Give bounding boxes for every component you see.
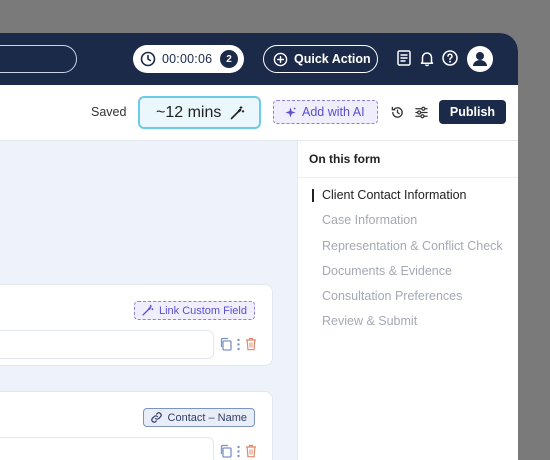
trash-icon[interactable] bbox=[245, 444, 257, 458]
add-with-ai-button[interactable]: Add with AI bbox=[273, 100, 378, 124]
form-field-card[interactable]: Contact – Name bbox=[0, 391, 273, 460]
timer-value: 00:00:06 bbox=[162, 52, 213, 66]
link-custom-field-button[interactable]: Link Custom Field bbox=[133, 301, 255, 320]
contact-name-label: Contact – Name bbox=[167, 411, 247, 424]
trash-icon[interactable] bbox=[245, 337, 257, 351]
more-icon[interactable] bbox=[237, 338, 240, 351]
form-toolbar: Saved ~12 mins Add with AI Publish bbox=[0, 85, 518, 141]
publish-button[interactable]: Publish bbox=[439, 100, 506, 124]
notes-icon[interactable] bbox=[395, 49, 413, 67]
link-custom-field-label: Link Custom Field bbox=[158, 304, 247, 317]
divider bbox=[298, 177, 518, 178]
outline-item-client-contact[interactable]: Client Contact Information bbox=[312, 188, 503, 213]
sparkle-icon bbox=[285, 106, 297, 118]
contact-name-mapping[interactable]: Contact – Name bbox=[142, 408, 255, 427]
outline-item-representation[interactable]: Representation & Conflict Check bbox=[312, 239, 503, 264]
quick-action-button[interactable]: Quick Action bbox=[263, 45, 378, 73]
user-icon bbox=[473, 52, 487, 66]
field-actions bbox=[219, 337, 257, 351]
copy-icon[interactable] bbox=[219, 444, 232, 458]
outline-list: Client Contact Information Case Informat… bbox=[312, 188, 503, 340]
bell-icon[interactable] bbox=[418, 49, 436, 67]
time-estimate-value: ~12 mins bbox=[156, 103, 222, 121]
outline-item-documents[interactable]: Documents & Evidence bbox=[312, 264, 503, 289]
save-status: Saved bbox=[91, 105, 127, 119]
link-icon bbox=[150, 412, 162, 423]
search-input[interactable] bbox=[0, 45, 77, 73]
more-icon[interactable] bbox=[237, 445, 240, 458]
field-input[interactable] bbox=[0, 437, 214, 460]
avatar[interactable] bbox=[467, 46, 493, 72]
top-nav-bar: 00:00:06 2 Quick Action bbox=[0, 33, 518, 85]
sliders-icon[interactable] bbox=[414, 105, 429, 120]
time-estimate-badge[interactable]: ~12 mins bbox=[138, 96, 261, 129]
timer-count-badge: 2 bbox=[220, 50, 238, 68]
field-actions bbox=[219, 444, 257, 458]
outline-title: On this form bbox=[309, 152, 381, 166]
form-field-card[interactable]: Link Custom Field bbox=[0, 284, 273, 366]
app-window: 00:00:06 2 Quick Action Saved ~12 mins A… bbox=[0, 33, 518, 460]
add-with-ai-label: Add with AI bbox=[302, 105, 365, 119]
form-outline-panel: On this form Client Contact Information … bbox=[297, 141, 518, 460]
magic-wand-icon bbox=[142, 304, 154, 316]
field-input[interactable] bbox=[0, 330, 214, 359]
outline-item-review[interactable]: Review & Submit bbox=[312, 314, 503, 339]
form-canvas: Link Custom Field Contact – Name bbox=[0, 141, 297, 460]
outline-item-consultation[interactable]: Consultation Preferences bbox=[312, 289, 503, 314]
history-icon[interactable] bbox=[390, 105, 405, 120]
copy-icon[interactable] bbox=[219, 337, 232, 351]
clock-icon bbox=[140, 51, 156, 67]
plus-circle-icon bbox=[273, 52, 288, 66]
magic-wand-icon bbox=[231, 105, 245, 119]
outline-item-case-information[interactable]: Case Information bbox=[312, 213, 503, 238]
quick-action-label: Quick Action bbox=[294, 52, 371, 66]
help-icon[interactable] bbox=[441, 49, 459, 67]
timer-button[interactable]: 00:00:06 2 bbox=[133, 45, 244, 73]
